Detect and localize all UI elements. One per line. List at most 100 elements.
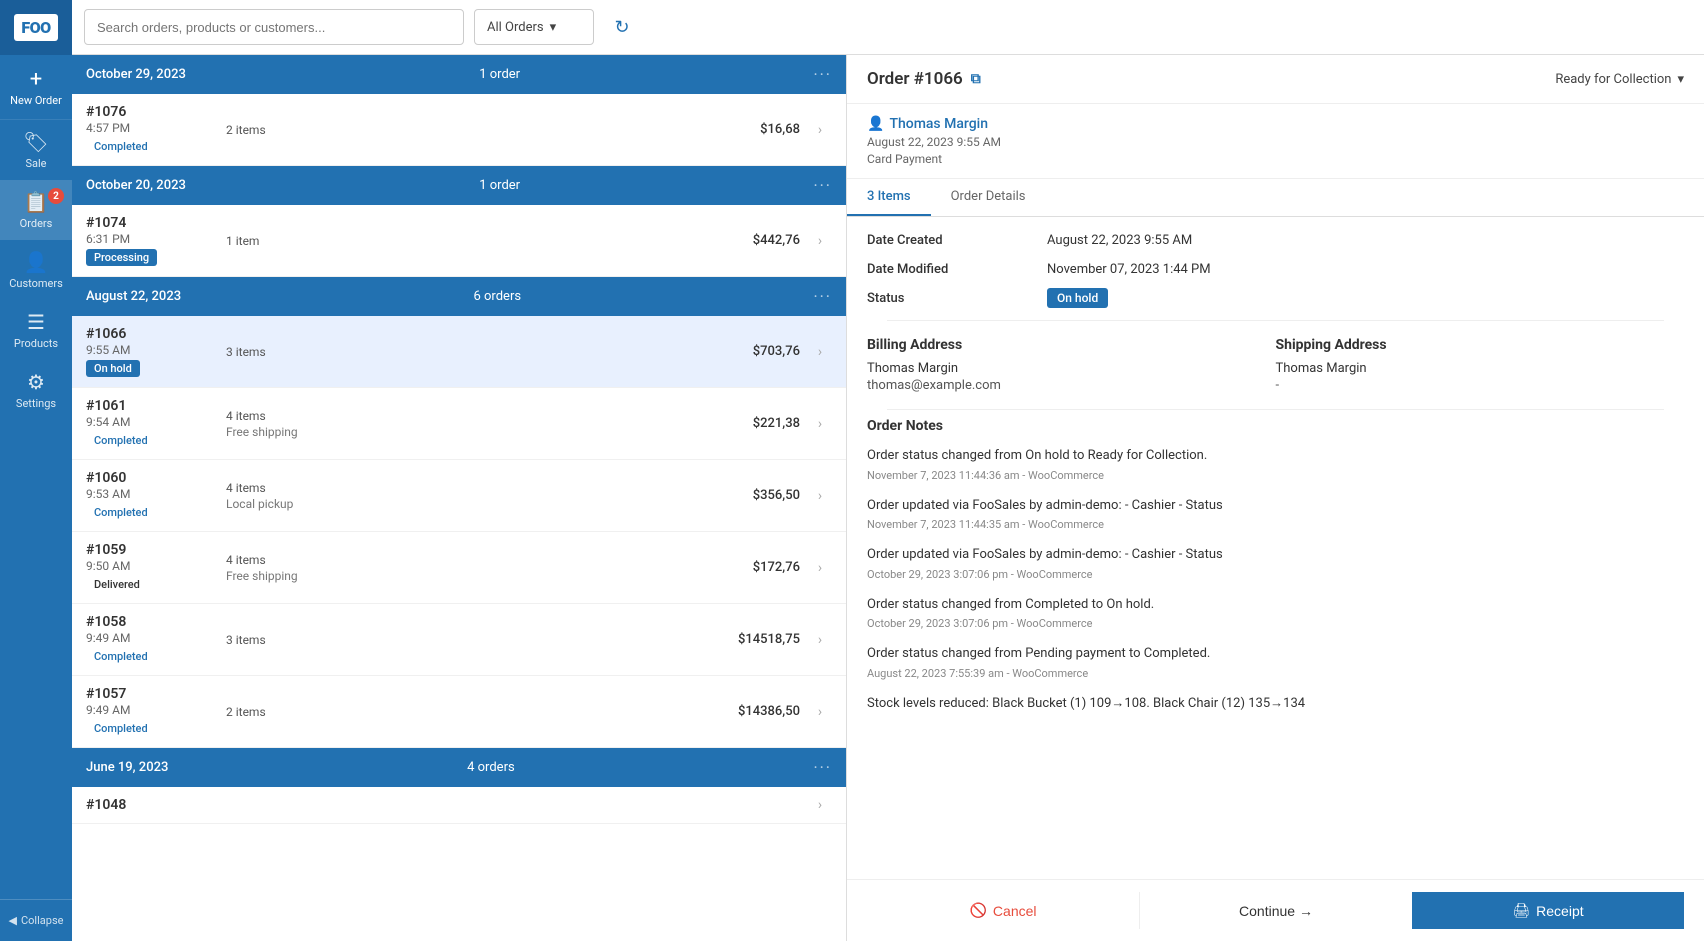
refresh-icon: ↻ xyxy=(614,17,629,38)
refresh-button[interactable]: ↻ xyxy=(604,9,640,45)
collapse-button[interactable]: ◀ Collapse xyxy=(1,910,72,931)
order-number: #1059 xyxy=(86,542,226,558)
order-number: #1074 xyxy=(86,215,226,231)
note-meta: October 29, 2023 3:07:06 pm - WooCommerc… xyxy=(867,617,1684,630)
new-order-label: New Order xyxy=(10,94,62,107)
order-amount: $16,68 xyxy=(710,122,800,137)
item-count: 2 items xyxy=(226,123,710,137)
chevron-right-icon: › xyxy=(808,233,832,249)
sidebar-item-label-customers: Customers xyxy=(9,277,63,290)
order-status: Completed xyxy=(86,504,226,521)
receipt-label: Receipt xyxy=(1536,903,1583,919)
order-number: #1066 xyxy=(86,326,226,342)
orders-icon: 📋 xyxy=(24,190,49,214)
order-row[interactable]: #1061 9:54 AM Completed 4 items Free shi… xyxy=(72,388,846,460)
sidebar-item-label-settings: Settings xyxy=(16,397,56,410)
tab-items[interactable]: 3 Items xyxy=(847,179,931,216)
chevron-right-icon: › xyxy=(808,797,832,813)
billing-address: Billing Address Thomas Margin thomas@exa… xyxy=(867,337,1276,393)
topbar: All Orders ▾ ↻ xyxy=(72,0,1704,55)
note-item: Order updated via FooSales by admin-demo… xyxy=(867,545,1684,581)
order-row[interactable]: #1060 9:53 AM Completed 4 items Local pi… xyxy=(72,460,846,532)
note-meta: November 7, 2023 11:44:35 am - WooCommer… xyxy=(867,518,1684,531)
order-time: 9:53 AM xyxy=(86,487,226,501)
note-text: Order status changed from Pending paymen… xyxy=(867,644,1684,664)
note-text: Order status changed from Completed to O… xyxy=(867,595,1684,615)
status-badge: Completed xyxy=(86,432,156,449)
customer-payment: Card Payment xyxy=(867,152,1684,166)
customer-date: August 22, 2023 9:55 AM xyxy=(867,135,1684,149)
order-info: #1057 9:49 AM Completed xyxy=(86,686,226,737)
status-badge: Completed xyxy=(86,720,156,737)
order-info: #1074 6:31 PM Processing xyxy=(86,215,226,266)
date-header-jun19: June 19, 2023 4 orders ··· xyxy=(72,748,846,787)
note-meta: August 22, 2023 7:55:39 am - WooCommerce xyxy=(867,667,1684,680)
status-label: Status xyxy=(867,291,1047,306)
billing-name: Thomas Margin xyxy=(867,361,1276,376)
shipping-title: Shipping Address xyxy=(1276,337,1685,353)
customer-name-text: Thomas Margin xyxy=(889,116,988,132)
chevron-right-icon: › xyxy=(808,704,832,720)
new-order-button[interactable]: + New Order xyxy=(0,55,72,120)
collapse-label: Collapse xyxy=(21,914,63,927)
order-items: 2 items xyxy=(226,123,710,137)
order-items: 2 items xyxy=(226,705,710,719)
cancel-button[interactable]: 🚫 Cancel xyxy=(867,892,1140,929)
filter-dropdown[interactable]: All Orders ▾ xyxy=(474,9,594,45)
order-row[interactable]: #1076 4:57 PM Completed 2 items $16,68 › xyxy=(72,94,846,166)
sidebar-logo: FOO xyxy=(0,0,72,55)
sidebar-item-label-orders: Orders xyxy=(20,217,53,230)
order-number: #1061 xyxy=(86,398,226,414)
external-link-icon[interactable]: ⧉ xyxy=(971,71,981,87)
tab-order-details[interactable]: Order Details xyxy=(931,179,1046,216)
receipt-button[interactable]: 🖨 Receipt xyxy=(1412,892,1684,929)
group-menu-icon[interactable]: ··· xyxy=(813,176,832,195)
order-row[interactable]: #1074 6:31 PM Processing 1 item $442,76 … xyxy=(72,205,846,277)
group-menu-icon[interactable]: ··· xyxy=(813,758,832,777)
group-menu-icon[interactable]: ··· xyxy=(813,287,832,306)
continue-button[interactable]: Continue → xyxy=(1140,892,1412,929)
billing-email: thomas@example.com xyxy=(867,378,1276,393)
order-count: 4 orders xyxy=(467,760,515,775)
note-item: Stock levels reduced: Black Bucket (1) 1… xyxy=(867,694,1684,714)
order-amount: $14386,50 xyxy=(710,704,800,719)
search-input[interactable] xyxy=(84,9,464,45)
chevron-right-icon: › xyxy=(808,122,832,138)
order-time: 9:49 AM xyxy=(86,703,226,717)
date-modified-label: Date Modified xyxy=(867,262,1047,277)
address-section: Billing Address Thomas Margin thomas@exa… xyxy=(867,337,1684,393)
order-row[interactable]: #1048 › xyxy=(72,787,846,824)
chevron-right-icon: › xyxy=(808,632,832,648)
sidebar-item-settings[interactable]: ⚙ Settings xyxy=(0,360,72,420)
sidebar-item-customers[interactable]: 👤 Customers xyxy=(0,240,72,300)
sale-icon: 🏷 xyxy=(23,130,48,154)
sidebar-item-orders[interactable]: 2 📋 Orders xyxy=(0,180,72,240)
sidebar-item-sale[interactable]: 🏷 Sale xyxy=(0,120,72,180)
status-badge: Completed xyxy=(86,648,156,665)
order-row[interactable]: #1057 9:49 AM Completed 2 items $14386,5… xyxy=(72,676,846,748)
date-header-aug22: August 22, 2023 6 orders ··· xyxy=(72,277,846,316)
order-row[interactable]: #1059 9:50 AM Delivered 4 items Free shi… xyxy=(72,532,846,604)
main-content: All Orders ▾ ↻ October 29, 2023 1 order … xyxy=(72,0,1704,941)
order-info: #1048 xyxy=(86,797,226,813)
order-detail-footer: 🚫 Cancel Continue → 🖨 Receipt xyxy=(847,879,1704,941)
plus-icon: + xyxy=(30,67,42,92)
date-modified-row: Date Modified November 07, 2023 1:44 PM xyxy=(867,262,1684,277)
order-row[interactable]: #1058 9:49 AM Completed 3 items $14518,7… xyxy=(72,604,846,676)
shipping-label: Local pickup xyxy=(226,497,710,511)
group-menu-icon[interactable]: ··· xyxy=(813,65,832,84)
orders-list: October 29, 2023 1 order ··· #1076 4:57 … xyxy=(72,55,847,941)
order-time: 9:50 AM xyxy=(86,559,226,573)
order-row[interactable]: #1066 9:55 AM On hold 3 items $703,76 › xyxy=(72,316,846,388)
item-count: 4 items xyxy=(226,481,710,495)
item-count: 3 items xyxy=(226,633,710,647)
customer-name[interactable]: 👤 Thomas Margin xyxy=(867,116,1684,132)
sidebar-item-label-sale: Sale xyxy=(25,157,46,170)
status-dropdown[interactable]: Ready for Collection ▾ xyxy=(1555,72,1684,87)
sidebar-item-products[interactable]: ☰ Products xyxy=(0,300,72,360)
order-status: Completed xyxy=(86,720,226,737)
status-badge: On hold xyxy=(86,360,140,377)
order-amount: $442,76 xyxy=(710,233,800,248)
shipping-label: Free shipping xyxy=(226,569,710,583)
notes-title: Order Notes xyxy=(867,418,1684,434)
